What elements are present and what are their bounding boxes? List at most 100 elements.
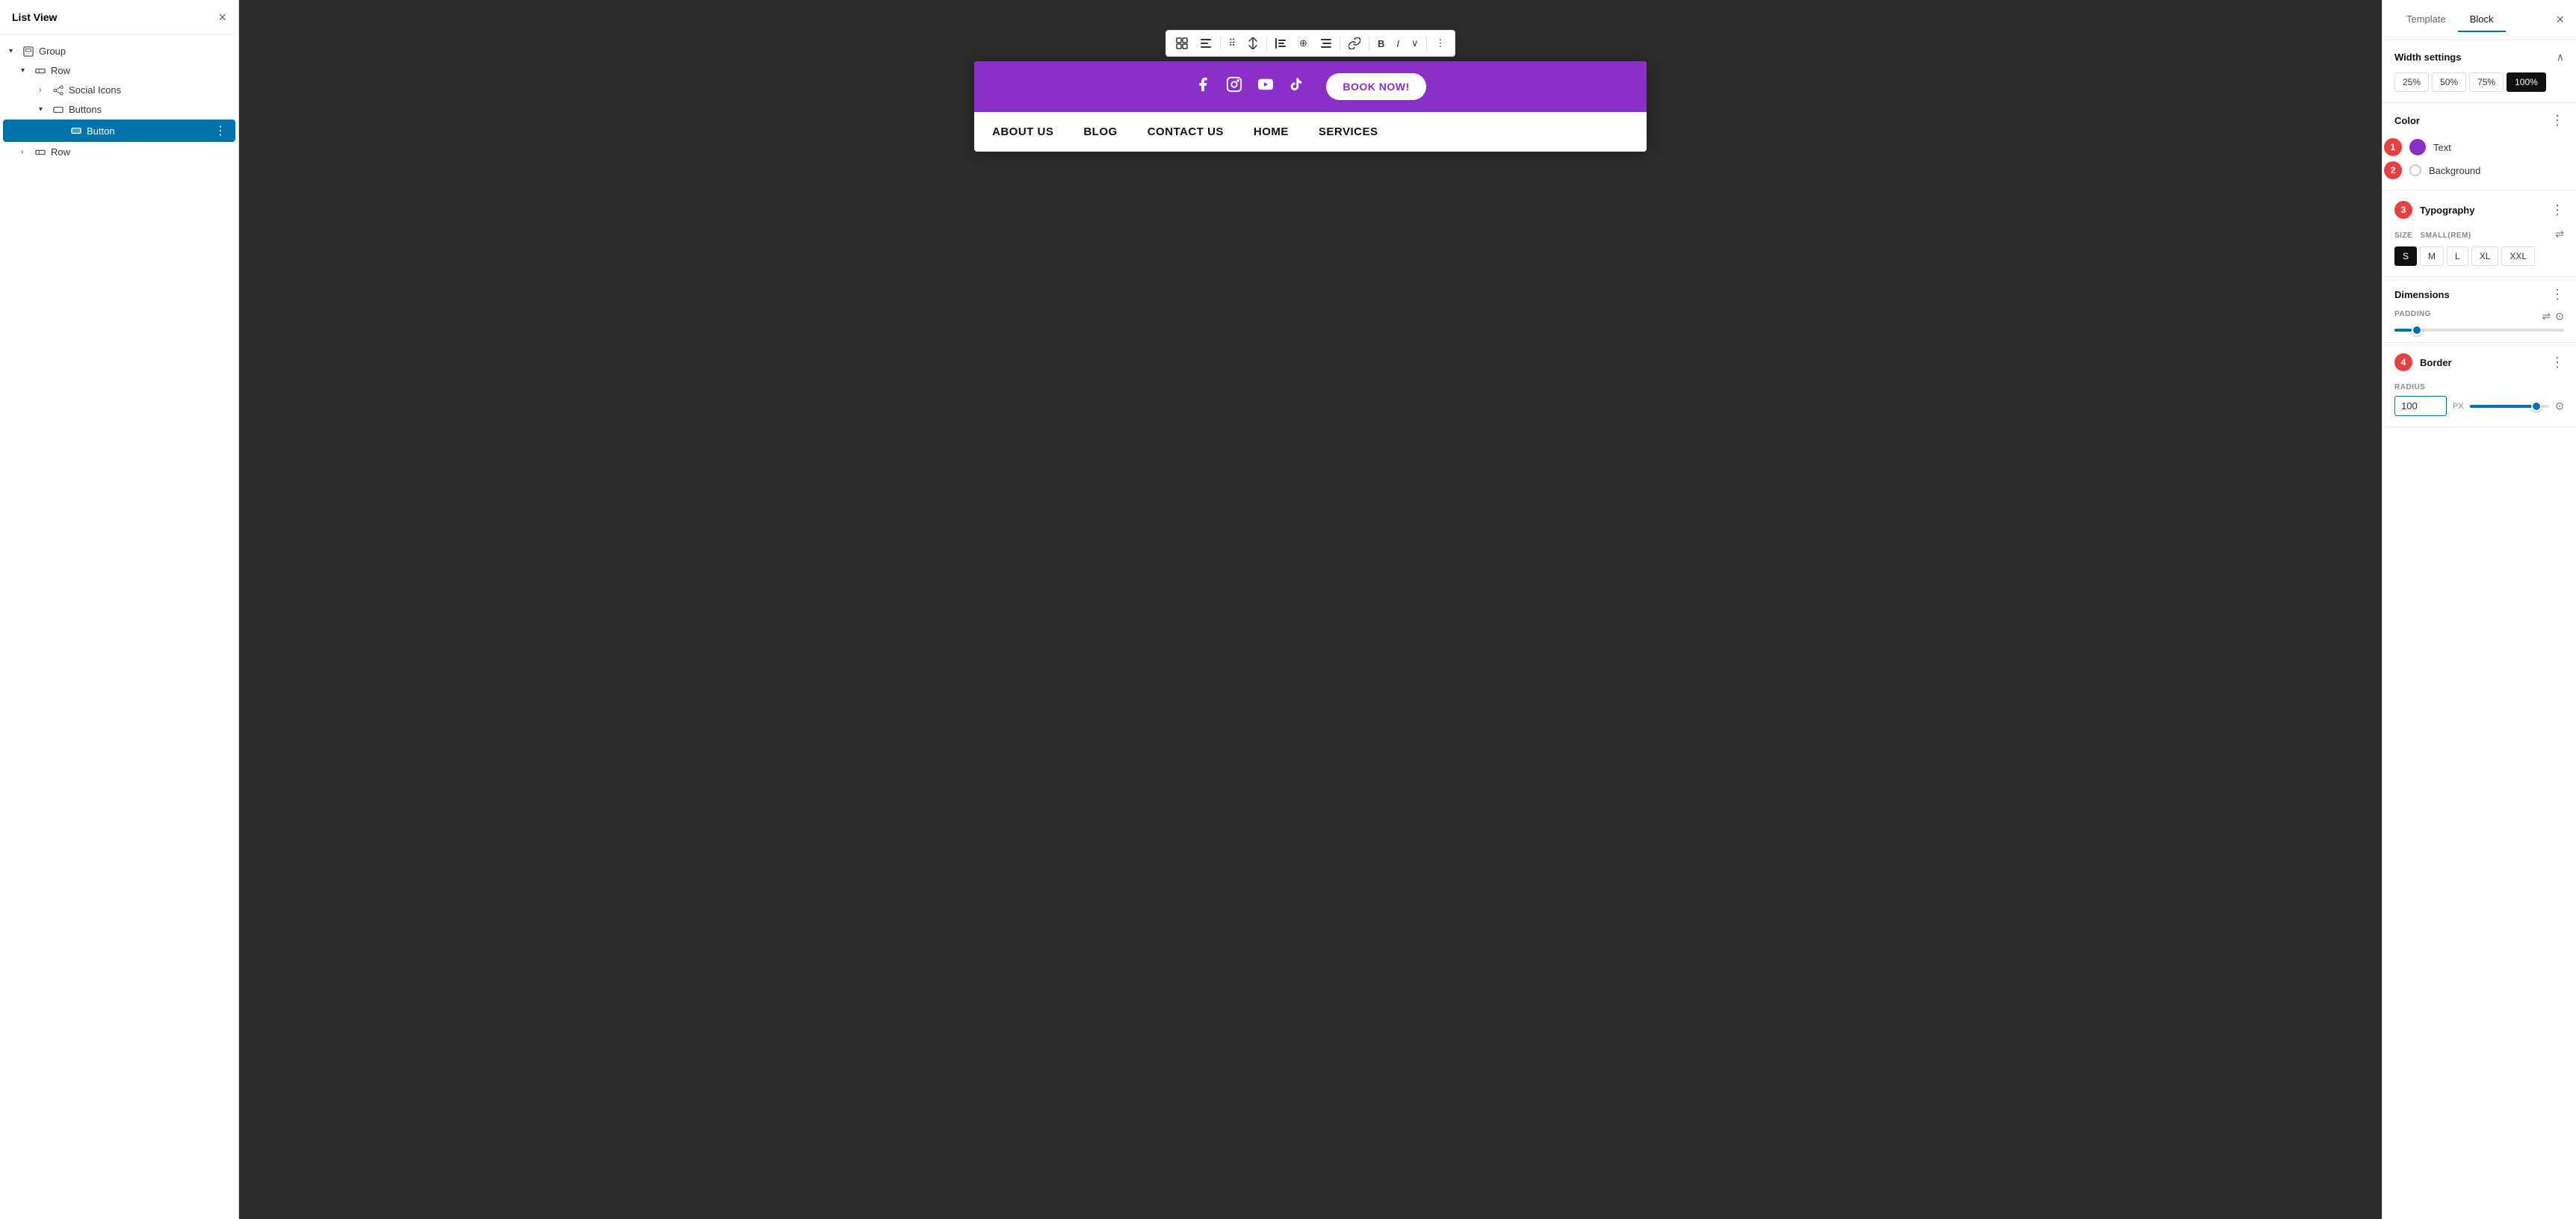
radius-input-row: PX ⊙ xyxy=(2394,396,2564,416)
size-s-button[interactable]: S xyxy=(2394,246,2417,266)
nav-services[interactable]: SERVICES xyxy=(1319,125,1378,138)
typography-title: Typography xyxy=(2420,205,2474,216)
book-now-button[interactable]: BOOK NOW! xyxy=(1326,73,1425,100)
arrow-icon: ▾ xyxy=(39,105,51,114)
width-settings-title: Width settings xyxy=(2394,52,2461,63)
right-panel-header: Template Block × xyxy=(2383,0,2576,40)
align-center-button[interactable]: ⊕ xyxy=(1294,34,1313,53)
padding-slider-row xyxy=(2394,329,2564,332)
social-bar: BOOK NOW! xyxy=(974,61,1647,112)
button-icon xyxy=(69,125,84,136)
radius-slider-thumb[interactable] xyxy=(2531,401,2542,412)
tree-container: ▾ Group ▾ Row › Social Icons ▾ xyxy=(0,35,238,168)
list-view-title: List View xyxy=(12,11,57,23)
main-canvas: ⠿ ⊕ B I ∨ ⋮ xyxy=(239,0,2382,1219)
padding-slider-thumb[interactable] xyxy=(2412,325,2422,335)
align-left-button[interactable] xyxy=(1270,34,1292,52)
social-icons-label: Social Icons xyxy=(69,84,229,96)
size-l-button[interactable]: L xyxy=(2447,246,2468,266)
instagram-icon[interactable] xyxy=(1226,76,1242,97)
radius-link-icon[interactable]: ⊙ xyxy=(2555,400,2564,412)
color-text-option[interactable]: Text xyxy=(2409,139,2451,155)
tab-block[interactable]: Block xyxy=(2458,7,2506,32)
nav-blog[interactable]: BLOG xyxy=(1083,125,1117,138)
dimensions-section: Dimensions ⋮ PADDING ⇌ ⊙ xyxy=(2383,277,2576,343)
text-color-label: Text xyxy=(2433,142,2451,153)
text-color-swatch xyxy=(2409,139,2426,155)
italic-button[interactable]: I xyxy=(1391,34,1405,53)
nav-contact-us[interactable]: CONTACT US xyxy=(1148,125,1224,138)
width-75-button[interactable]: 75% xyxy=(2469,72,2504,92)
typography-header: 3 Typography ⋮ xyxy=(2394,201,2564,219)
badge-3: 3 xyxy=(2394,201,2412,219)
tree-item-button[interactable]: Button ⋮ xyxy=(3,120,235,142)
badge-4: 4 xyxy=(2394,353,2412,371)
facebook-icon[interactable] xyxy=(1195,76,1211,97)
dimensions-title: Dimensions xyxy=(2394,289,2450,300)
row-icon xyxy=(33,66,48,76)
tree-item-buttons[interactable]: ▾ Buttons xyxy=(3,100,235,119)
background-color-label: Background xyxy=(2429,165,2480,176)
padding-label: PADDING xyxy=(2394,310,2431,318)
padding-slider-track xyxy=(2394,329,2564,332)
tree-item-row1[interactable]: ▾ Row xyxy=(3,61,235,80)
radius-input[interactable] xyxy=(2394,396,2447,416)
color-more-icon[interactable]: ⋮ xyxy=(2551,114,2564,127)
tiktok-icon[interactable] xyxy=(1289,76,1304,97)
padding-link-icon[interactable]: ⊙ xyxy=(2555,310,2564,323)
dimensions-header: Dimensions ⋮ xyxy=(2394,288,2564,301)
padding-settings-icon[interactable]: ⇌ xyxy=(2542,310,2551,323)
row2-label: Row xyxy=(51,146,229,158)
size-settings-icon[interactable]: ⇌ xyxy=(2555,228,2564,241)
border-header: 4 Border ⋮ xyxy=(2394,353,2564,371)
color-background-option[interactable]: Background xyxy=(2409,164,2480,176)
width-50-button[interactable]: 50% xyxy=(2432,72,2466,92)
size-buttons: S M L XL XXL xyxy=(2394,246,2564,266)
arrow-icon: › xyxy=(39,86,51,94)
width-settings-header: Width settings ∧ xyxy=(2394,51,2564,63)
size-xl-button[interactable]: XL xyxy=(2471,246,2499,266)
color-header: Color ⋮ xyxy=(2394,114,2564,127)
width-25-button[interactable]: 25% xyxy=(2394,72,2429,92)
nav-about-us[interactable]: ABOUT US xyxy=(992,125,1053,138)
tabs-row: Template Block xyxy=(2394,7,2506,32)
overflow-button[interactable]: ⋮ xyxy=(1430,34,1450,53)
typography-more-icon[interactable]: ⋮ xyxy=(2551,203,2564,217)
tree-item-row2[interactable]: › Row xyxy=(3,143,235,161)
arrow-icon: › xyxy=(21,148,33,156)
size-m-button[interactable]: M xyxy=(2420,246,2444,266)
drag-handle-button[interactable]: ⠿ xyxy=(1224,34,1242,53)
size-xxl-button[interactable]: XXL xyxy=(2501,246,2535,266)
text-options-button[interactable]: ∨ xyxy=(1406,34,1424,53)
row2-icon xyxy=(33,147,48,158)
buttons-icon xyxy=(51,105,66,115)
dimensions-more-icon[interactable]: ⋮ xyxy=(2551,288,2564,301)
youtube-icon[interactable] xyxy=(1257,76,1274,97)
tab-template[interactable]: Template xyxy=(2394,7,2458,32)
width-settings-collapse-icon[interactable]: ∧ xyxy=(2557,51,2564,63)
link-button[interactable] xyxy=(1343,34,1366,53)
close-list-view-button[interactable]: × xyxy=(218,10,226,24)
bold-button[interactable]: B xyxy=(1372,34,1390,53)
radius-slider-track[interactable] xyxy=(2470,405,2550,408)
nav-bar: ABOUT US BLOG CONTACT US HOME SERVICES xyxy=(974,112,1647,152)
padding-slider-fill xyxy=(2394,329,2412,332)
tree-item-group[interactable]: ▾ Group xyxy=(3,42,235,61)
width-100-button[interactable]: 100% xyxy=(2507,72,2546,92)
buttons-label: Buttons xyxy=(69,104,229,115)
social-icons-icon xyxy=(51,85,66,96)
row1-label: Row xyxy=(51,65,229,76)
nav-home[interactable]: HOME xyxy=(1254,125,1289,138)
up-down-button[interactable] xyxy=(1242,34,1263,53)
close-right-panel-button[interactable]: × xyxy=(2556,12,2564,28)
background-radio xyxy=(2409,164,2421,176)
color-section: Color ⋮ 1 Text 2 Background xyxy=(2383,103,2576,190)
border-more-icon[interactable]: ⋮ xyxy=(2551,356,2564,369)
toggle-view-button[interactable] xyxy=(1171,34,1193,53)
button-more-icon[interactable]: ⋮ xyxy=(211,123,229,138)
size-label: SIZE xyxy=(2394,232,2418,240)
tree-item-social-icons[interactable]: › Social Icons xyxy=(3,81,235,99)
arrow-icon: ▾ xyxy=(21,66,33,75)
text-align-button[interactable] xyxy=(1195,34,1217,53)
align-right-button[interactable] xyxy=(1314,35,1337,52)
